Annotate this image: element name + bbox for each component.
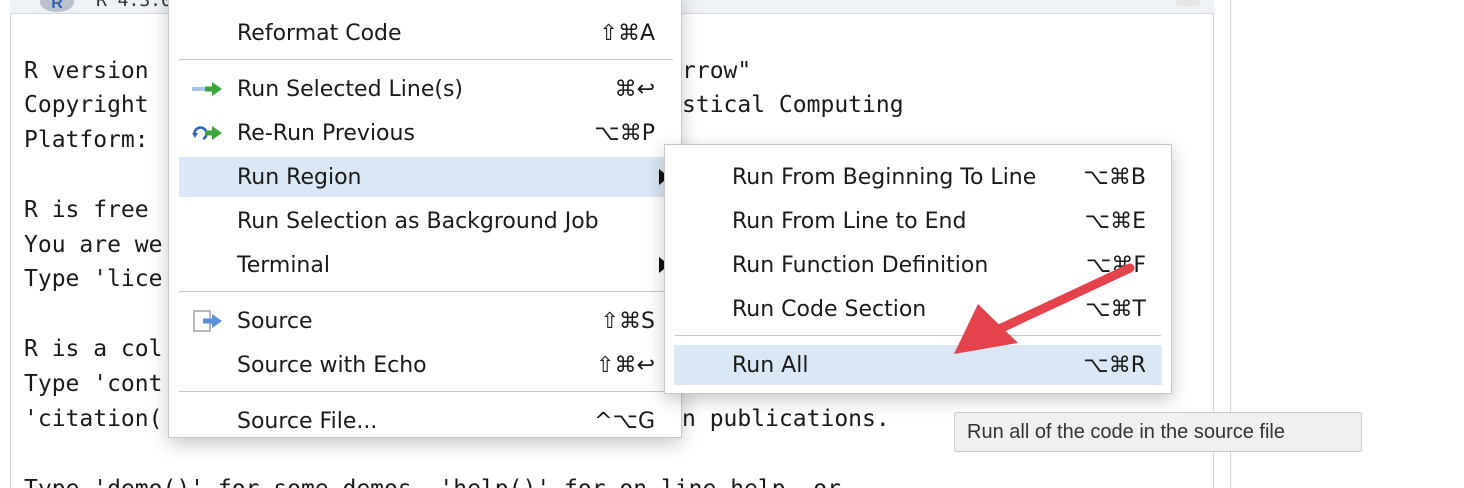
menu-item-shortcut: ⌥⌘T: [1085, 296, 1146, 322]
menu-item-shortcut: ⌥⌘P: [594, 120, 655, 146]
menu-item-label: Run Region: [237, 164, 362, 190]
menu-item-run-from-beginning[interactable]: Run From Beginning To Line ⌥⌘B: [674, 157, 1162, 197]
menu-item-label: Source File...: [237, 408, 378, 434]
menu-item-label: Re-Run Previous: [237, 120, 415, 146]
menu-item-shortcut: ⇧⌘A: [599, 20, 655, 46]
menu-item-source-file[interactable]: Source File... ^⌥G: [179, 401, 673, 441]
menu-item-label: Terminal: [237, 252, 330, 278]
tooltip-text: Run all of the code in the source file: [967, 420, 1285, 443]
menu-item-shortcut: ⌥⌘E: [1084, 208, 1146, 234]
menu-item-shortcut: ⌥⌘F: [1085, 252, 1146, 278]
menu-item-run-code-section[interactable]: Run Code Section ⌥⌘T: [674, 289, 1162, 329]
menu-separator: [179, 59, 673, 60]
menu-item-label: Run Selected Line(s): [237, 76, 464, 102]
console-line-fragment: stical Computing: [682, 92, 904, 118]
console-line: Type 'demo()' for some demos, 'help()' f…: [24, 474, 841, 488]
menu-item-shortcut: ⇧⌘S: [600, 308, 655, 334]
menu-item-shortcut: ⌥⌘B: [1083, 164, 1146, 190]
source-icon: [193, 310, 222, 332]
menu-item-label: Run From Line to End: [732, 208, 967, 234]
broom-icon[interactable]: [1176, 0, 1200, 6]
menu-item-label: Reformat Code: [237, 20, 402, 46]
menu-item-run-background-job[interactable]: Run Selection as Background Job: [179, 201, 673, 241]
console-line: R version: [24, 58, 149, 84]
menu-item-label: Source: [237, 308, 313, 334]
menu-item-source[interactable]: Source ⇧⌘S: [179, 301, 673, 341]
console-line: R is free: [24, 197, 149, 223]
run-line-icon: [192, 82, 222, 96]
menu-item-run-function-definition[interactable]: Run Function Definition ⌥⌘F: [674, 245, 1162, 285]
menu-item-shortcut: ⇧⌘↩: [596, 352, 655, 378]
menu-item-label: Source with Echo: [237, 352, 427, 378]
menu-item-label: Run Code Section: [732, 296, 927, 322]
menu-item-shortcut: ⌥⌘R: [1083, 352, 1146, 378]
run-region-submenu: Run From Beginning To Line ⌥⌘B Run From …: [664, 144, 1172, 394]
console-line: Type 'lice: [24, 266, 163, 292]
menu-item-shortcut: ^⌥G: [594, 408, 655, 434]
menu-item-run-region[interactable]: Run Region: [179, 157, 673, 197]
console-line: You are we: [24, 232, 163, 258]
menu-item-label: Run All: [732, 352, 809, 378]
menu-item-rerun-previous[interactable]: Re-Run Previous ⌥⌘P: [179, 113, 673, 153]
menu-item-shortcut: ⌘↩: [614, 76, 655, 102]
console-title: R 4.3.0: [96, 0, 172, 11]
console-line-fragment: rrow": [682, 58, 752, 84]
console-line: Platform:: [24, 127, 149, 153]
console-line: Copyright: [24, 92, 149, 118]
menu-item-label: Run Function Definition: [732, 252, 989, 278]
menu-separator: [179, 391, 673, 392]
menu-separator: [179, 291, 673, 292]
menu-item-run-from-line-to-end[interactable]: Run From Line to End ⌥⌘E: [674, 201, 1162, 241]
console-line: R is a col: [24, 336, 163, 362]
console-line: Type 'cont: [24, 371, 163, 397]
rerun-icon: [192, 126, 222, 141]
menu-item-run-selected-lines[interactable]: Run Selected Line(s) ⌘↩: [179, 69, 673, 109]
menu-item-terminal[interactable]: Terminal: [179, 245, 673, 285]
menu-item-label: Run Selection as Background Job: [237, 208, 599, 234]
tooltip: Run all of the code in the source file: [954, 412, 1362, 452]
menu-item-run-all[interactable]: Run All ⌥⌘R: [674, 345, 1162, 385]
menu-item-label: Run From Beginning To Line: [732, 164, 1037, 190]
r-logo-icon: R: [40, 0, 74, 12]
console-line: 'citation(: [24, 406, 163, 432]
code-menu: Reformat Code ⇧⌘A Run Selected Line(s) ⌘…: [168, 0, 682, 438]
menu-item-reformat-code[interactable]: Reformat Code ⇧⌘A: [179, 13, 673, 53]
menu-item-source-with-echo[interactable]: Source with Echo ⇧⌘↩: [179, 345, 673, 385]
console-line-fragment: n publications.: [682, 406, 890, 432]
menu-separator: [675, 335, 1161, 336]
